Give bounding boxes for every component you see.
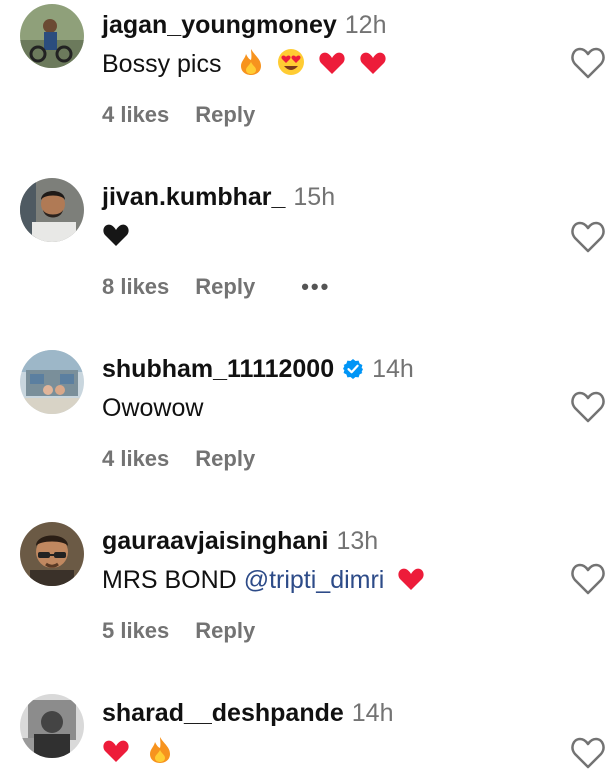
comment-actions: 5 likes Reply [102,618,281,644]
comment-actions: 8 likes Reply ••• [102,274,356,300]
comment-body: Owowow [102,394,204,422]
reply-button[interactable]: Reply [195,102,255,127]
username-link[interactable]: sharad__deshpande [102,699,344,727]
comment-time: 12h [344,11,387,39]
comment-text [102,220,130,256]
comment-body: MRS BOND [102,566,237,594]
comment-item: shubham_11112000 14h Owowow 4 likes Reply [0,344,616,516]
likes-count[interactable]: 4 likes [102,102,169,127]
comment-text: MRS BOND @tripti_dimri [102,564,425,600]
comment-header: gauraavjaisinghani 13h [102,526,378,556]
comment-item: sharad__deshpande 14h [0,688,616,772]
more-options-icon[interactable]: ••• [301,274,330,299]
comment-actions: 4 likes Reply [102,446,281,472]
like-heart-icon[interactable] [570,736,606,770]
like-heart-icon[interactable] [570,220,606,254]
black-heart-emoji [102,222,130,256]
comment-time: 15h [293,183,336,211]
verified-badge-icon [342,357,364,379]
likes-count[interactable]: 4 likes [102,446,169,471]
comment-text [102,736,173,772]
heart-eyes-emoji [277,48,305,84]
mention-link[interactable]: @tripti_dimri [244,566,385,594]
like-heart-icon[interactable] [570,46,606,80]
likes-count[interactable]: 8 likes [102,274,169,299]
comment-header: sharad__deshpande 14h [102,698,393,728]
comment-item: jagan_youngmoney 12h Bossy pics 4 likes Re… [0,0,616,172]
like-heart-icon[interactable] [570,390,606,424]
like-heart-icon[interactable] [570,562,606,596]
red-heart-emoji [318,50,346,84]
avatar[interactable] [20,350,84,414]
red-heart-emoji [397,566,425,600]
reply-button[interactable]: Reply [195,274,255,299]
avatar[interactable] [20,178,84,242]
avatar[interactable] [20,522,84,586]
comment-header: jivan.kumbhar_ 15h [102,182,335,212]
comment-header: shubham_11112000 14h [102,354,414,384]
comment-text: Owowow [102,392,203,424]
comment-time: 14h [372,355,414,383]
comment-time: 13h [336,527,379,555]
comment-text: Bossy pics [102,48,387,84]
username-link[interactable]: jivan.kumbhar_ [102,183,285,211]
comment-time: 14h [351,699,394,727]
comment-actions: 4 likes Reply [102,102,281,128]
avatar[interactable] [20,694,84,758]
username-link[interactable]: jagan_youngmoney [102,11,337,39]
reply-button[interactable]: Reply [195,618,255,643]
comment-body: Bossy pics [102,50,222,78]
comment-item: jivan.kumbhar_ 15h 8 likes Reply ••• [0,172,616,344]
likes-count[interactable]: 5 likes [102,618,169,643]
comment-header: jagan_youngmoney 12h [102,10,386,40]
fire-emoji [238,48,264,84]
fire-emoji [147,736,173,772]
comment-item: gauraavjaisinghani 13h MRS BOND @tripti_d… [0,516,616,688]
red-heart-emoji [359,50,387,84]
username-link[interactable]: gauraavjaisinghani [102,527,328,555]
avatar[interactable] [20,4,84,68]
reply-button[interactable]: Reply [195,446,255,471]
red-heart-emoji [102,738,130,772]
username-link[interactable]: shubham_11112000 [102,355,334,383]
